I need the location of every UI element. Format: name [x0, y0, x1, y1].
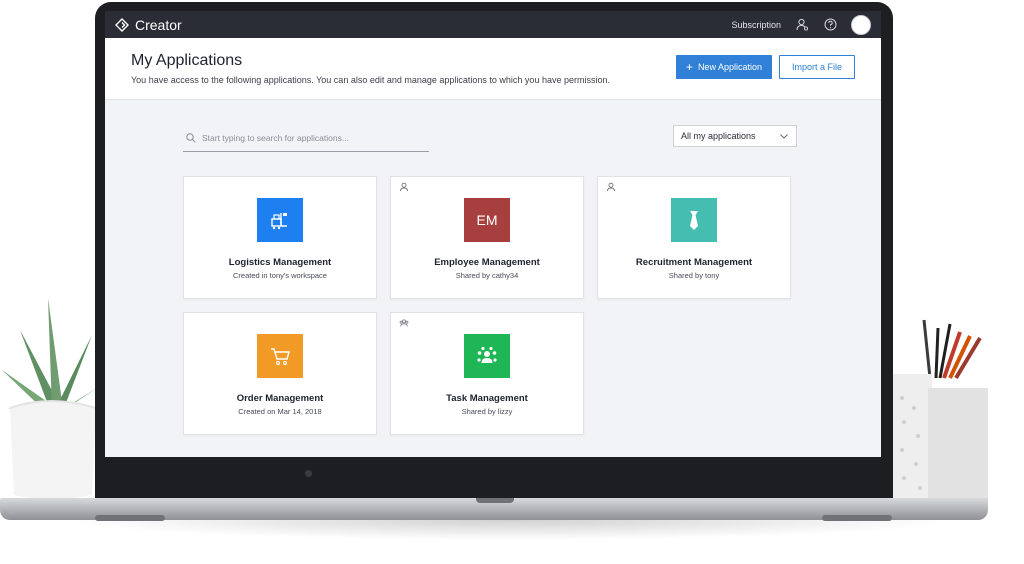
- application-name: Logistics Management: [228, 257, 332, 268]
- app-screen: Creator Subscription My Applications You…: [105, 11, 881, 457]
- application-filter-select[interactable]: All my applications: [673, 125, 797, 147]
- search-bar: [183, 125, 429, 152]
- application-name: Order Management: [236, 393, 324, 404]
- import-file-button[interactable]: Import a File: [778, 55, 855, 79]
- forklift-icon: [257, 198, 303, 242]
- team-icon: [464, 334, 510, 378]
- application-name: Recruitment Management: [635, 257, 753, 268]
- brand[interactable]: Creator: [115, 17, 182, 33]
- filter-selected-value: All my applications: [681, 131, 756, 141]
- laptop-base-notch: [476, 498, 514, 503]
- laptop-foot: [822, 515, 892, 521]
- top-navigation-bar: Creator Subscription: [105, 11, 881, 38]
- new-application-label: New Application: [697, 62, 762, 72]
- application-meta: Created in tony's workspace: [233, 271, 327, 280]
- application-card[interactable]: Logistics Management Created in tony's w…: [183, 176, 377, 299]
- plus-icon: +: [685, 60, 693, 74]
- page-header: My Applications You have access to the f…: [105, 38, 881, 100]
- application-card[interactable]: Order Management Created on Mar 14, 2018: [183, 312, 377, 435]
- initials-icon: EM: [464, 198, 510, 242]
- shared-user-icon: [607, 182, 615, 192]
- succulent-plant-image: [2, 298, 100, 500]
- laptop-foot: [95, 515, 165, 521]
- pencil-cup-image: [892, 319, 988, 500]
- application-name: Task Management: [446, 393, 528, 404]
- help-icon[interactable]: [823, 18, 837, 32]
- application-meta: Shared by tony: [668, 271, 720, 280]
- application-card[interactable]: EM Employee Management Shared by cathy34: [390, 176, 584, 299]
- creator-logo-icon: [115, 17, 129, 32]
- avatar[interactable]: [851, 14, 871, 35]
- application-card[interactable]: Task Management Shared by lizzy: [390, 312, 584, 435]
- user-settings-icon[interactable]: [795, 18, 809, 32]
- application-card[interactable]: Recruitment Management Shared by tony: [597, 176, 791, 299]
- initials-badge: EM: [476, 212, 498, 228]
- subscription-link[interactable]: Subscription: [731, 20, 781, 30]
- application-meta: Created on Mar 14, 2018: [238, 407, 322, 416]
- application-name: Employee Management: [434, 257, 540, 268]
- toolbar: All my applications: [183, 125, 797, 153]
- laptop-webcam: [305, 470, 312, 477]
- shared-user-icon: [400, 182, 408, 192]
- chevron-down-icon: [780, 134, 788, 139]
- search-icon: [186, 133, 196, 143]
- new-application-button[interactable]: + New Application: [675, 55, 772, 79]
- cart-icon: [257, 334, 303, 378]
- search-input[interactable]: [202, 133, 422, 143]
- brand-name: Creator: [135, 16, 182, 33]
- shared-group-icon: [399, 319, 409, 327]
- necktie-icon: [671, 198, 717, 242]
- application-meta: Shared by lizzy: [461, 407, 513, 416]
- application-meta: Shared by cathy34: [455, 271, 519, 280]
